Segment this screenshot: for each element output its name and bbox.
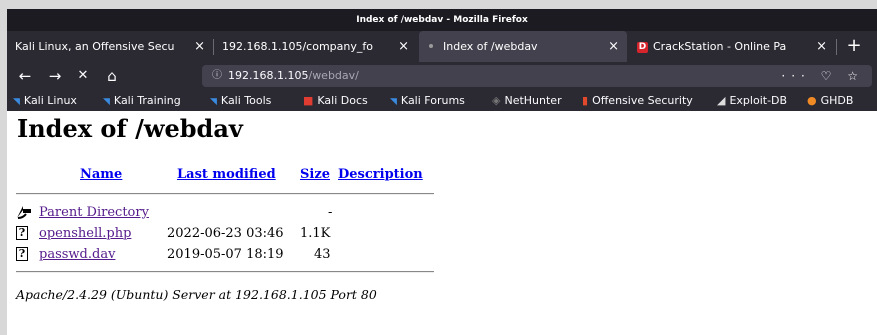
nethunter-icon: ◈ [492,94,501,107]
bookmark-kali-docs[interactable]: ■ Kali Docs [303,90,368,111]
home-icon: ⌂ [107,67,117,85]
parent-directory-link[interactable]: Parent Directory [39,205,149,220]
divider [16,271,434,273]
column-header-name[interactable]: Name [80,167,122,182]
loading-dot-icon [429,44,433,48]
file-size: 1.1K [300,226,331,241]
new-tab-button[interactable]: + [842,31,866,62]
browser-window: Index of /webdav - Mozilla Firefox Kali … [7,9,877,335]
stop-icon: ✕ [77,68,89,83]
file-link-openshell[interactable]: openshell.php [39,226,131,241]
column-header-size[interactable]: Size [300,167,330,182]
address-bar[interactable]: ⓘ 192.168.1.105/webdav/ ··· ♡ ☆ [202,65,872,87]
column-header-last-modified[interactable]: Last modified [177,167,276,182]
close-tab-icon[interactable]: × [398,31,409,62]
tab-label: 192.168.1.105/company_fo [222,40,373,53]
bookmark-kali-training[interactable]: ◥ Kali Training [103,90,181,113]
divider [16,193,434,195]
close-tab-icon[interactable]: × [816,31,827,62]
file-modified: 2022-06-23 03:46 [167,226,284,241]
bookmark-kali-tools[interactable]: ◥ Kali Tools [210,90,271,113]
page-title: Index of /webdav [17,114,243,143]
tab-label: Kali Linux, an Offensive Secu [15,40,175,53]
bookmark-ghdb[interactable]: ● GHDB [807,90,853,111]
bookmark-kali-forums[interactable]: ◥ Kali Forums [390,90,465,113]
site-info-icon[interactable]: ⓘ [212,65,222,87]
window-title: Index of /webdav - Mozilla Firefox [356,15,528,25]
bookmark-exploit-db[interactable]: ◢ Exploit-DB [717,90,787,111]
page-actions-icons[interactable]: ··· ♡ ☆ [781,65,864,87]
forward-arrow-icon: → [48,67,62,85]
kali-dragon-icon: ◥ [103,97,110,107]
kali-docs-icon: ■ [303,94,314,107]
bookmark-label: Offensive Security [592,94,693,107]
bookmark-label: Exploit-DB [729,94,788,107]
file-link-passwd[interactable]: passwd.dav [39,247,115,262]
bookmark-label: NetHunter [504,94,562,107]
tab-index-webdav[interactable]: Index of /webdav × [419,31,627,62]
unknown-file-icon: ? [16,226,28,240]
bookmark-nethunter[interactable]: ◈ NetHunter [492,90,562,111]
url-path: /webdav/ [308,69,359,82]
bookmark-label: Kali Training [113,94,181,107]
crackstation-favicon-icon: D [637,41,648,53]
back-arrow-icon: ← [18,67,32,85]
url-text: 192.168.1.105/webdav/ [228,65,359,87]
page-content: Index of /webdav Name Last modified Size… [7,111,877,335]
server-signature: Apache/2.4.29 (Ubuntu) Server at 192.168… [16,287,377,302]
bookmark-label: Kali Docs [317,94,368,107]
bookmark-offensive-security[interactable]: ▮ Offensive Security [582,90,693,111]
close-tab-icon[interactable]: × [194,31,205,62]
kali-dragon-icon: ◥ [390,97,397,107]
navigation-toolbar: ← → ✕ ⌂ ⓘ 192.168.1.105/webdav/ ··· ♡ ☆ [7,62,877,90]
parent-size: - [328,205,333,220]
kali-dragon-icon: ◥ [210,97,217,107]
stop-button[interactable]: ✕ [71,62,95,90]
window-titlebar: Index of /webdav - Mozilla Firefox [7,9,877,31]
screen-background: Index of /webdav - Mozilla Firefox Kali … [0,0,877,335]
bookmark-label: Kali Tools [220,94,272,107]
close-tab-icon[interactable]: × [608,31,619,62]
tab-crackstation[interactable]: D CrackStation - Online Pa × [629,31,835,62]
file-modified: 2019-05-07 18:19 [167,247,284,262]
tab-label: Index of /webdav [443,40,538,53]
bookmark-label: Kali Linux [23,94,77,107]
home-button[interactable]: ⌂ [100,62,124,90]
bookmark-label: GHDB [820,94,854,107]
tab-label: CrackStation - Online Pa [653,40,787,53]
tab-kali-linux[interactable]: Kali Linux, an Offensive Secu × [7,31,213,62]
file-size: 43 [314,247,331,262]
url-host: 192.168.1.105 [228,69,309,82]
back-button[interactable]: ← [13,62,37,90]
bookmark-kali-linux[interactable]: ◥ Kali Linux [13,90,77,113]
bookmarks-toolbar: ◥ Kali Linux ◥ Kali Training ◥ Kali Tools ■… [7,90,877,111]
tab-company-folder[interactable]: 192.168.1.105/company_fo × [214,31,417,62]
parent-directory-icon [17,206,31,219]
ghdb-icon: ● [807,94,817,107]
unknown-file-icon: ? [16,247,28,261]
bookmark-label: Kali Forums [400,94,465,107]
tab-bar: Kali Linux, an Offensive Secu × 192.168.… [7,31,877,62]
tab-separator [836,39,837,55]
kali-dragon-icon: ◥ [13,97,20,107]
forward-button[interactable]: → [43,62,67,90]
exploitdb-icon: ◢ [717,94,726,107]
offsec-icon: ▮ [582,94,589,107]
column-header-description[interactable]: Description [338,167,423,182]
